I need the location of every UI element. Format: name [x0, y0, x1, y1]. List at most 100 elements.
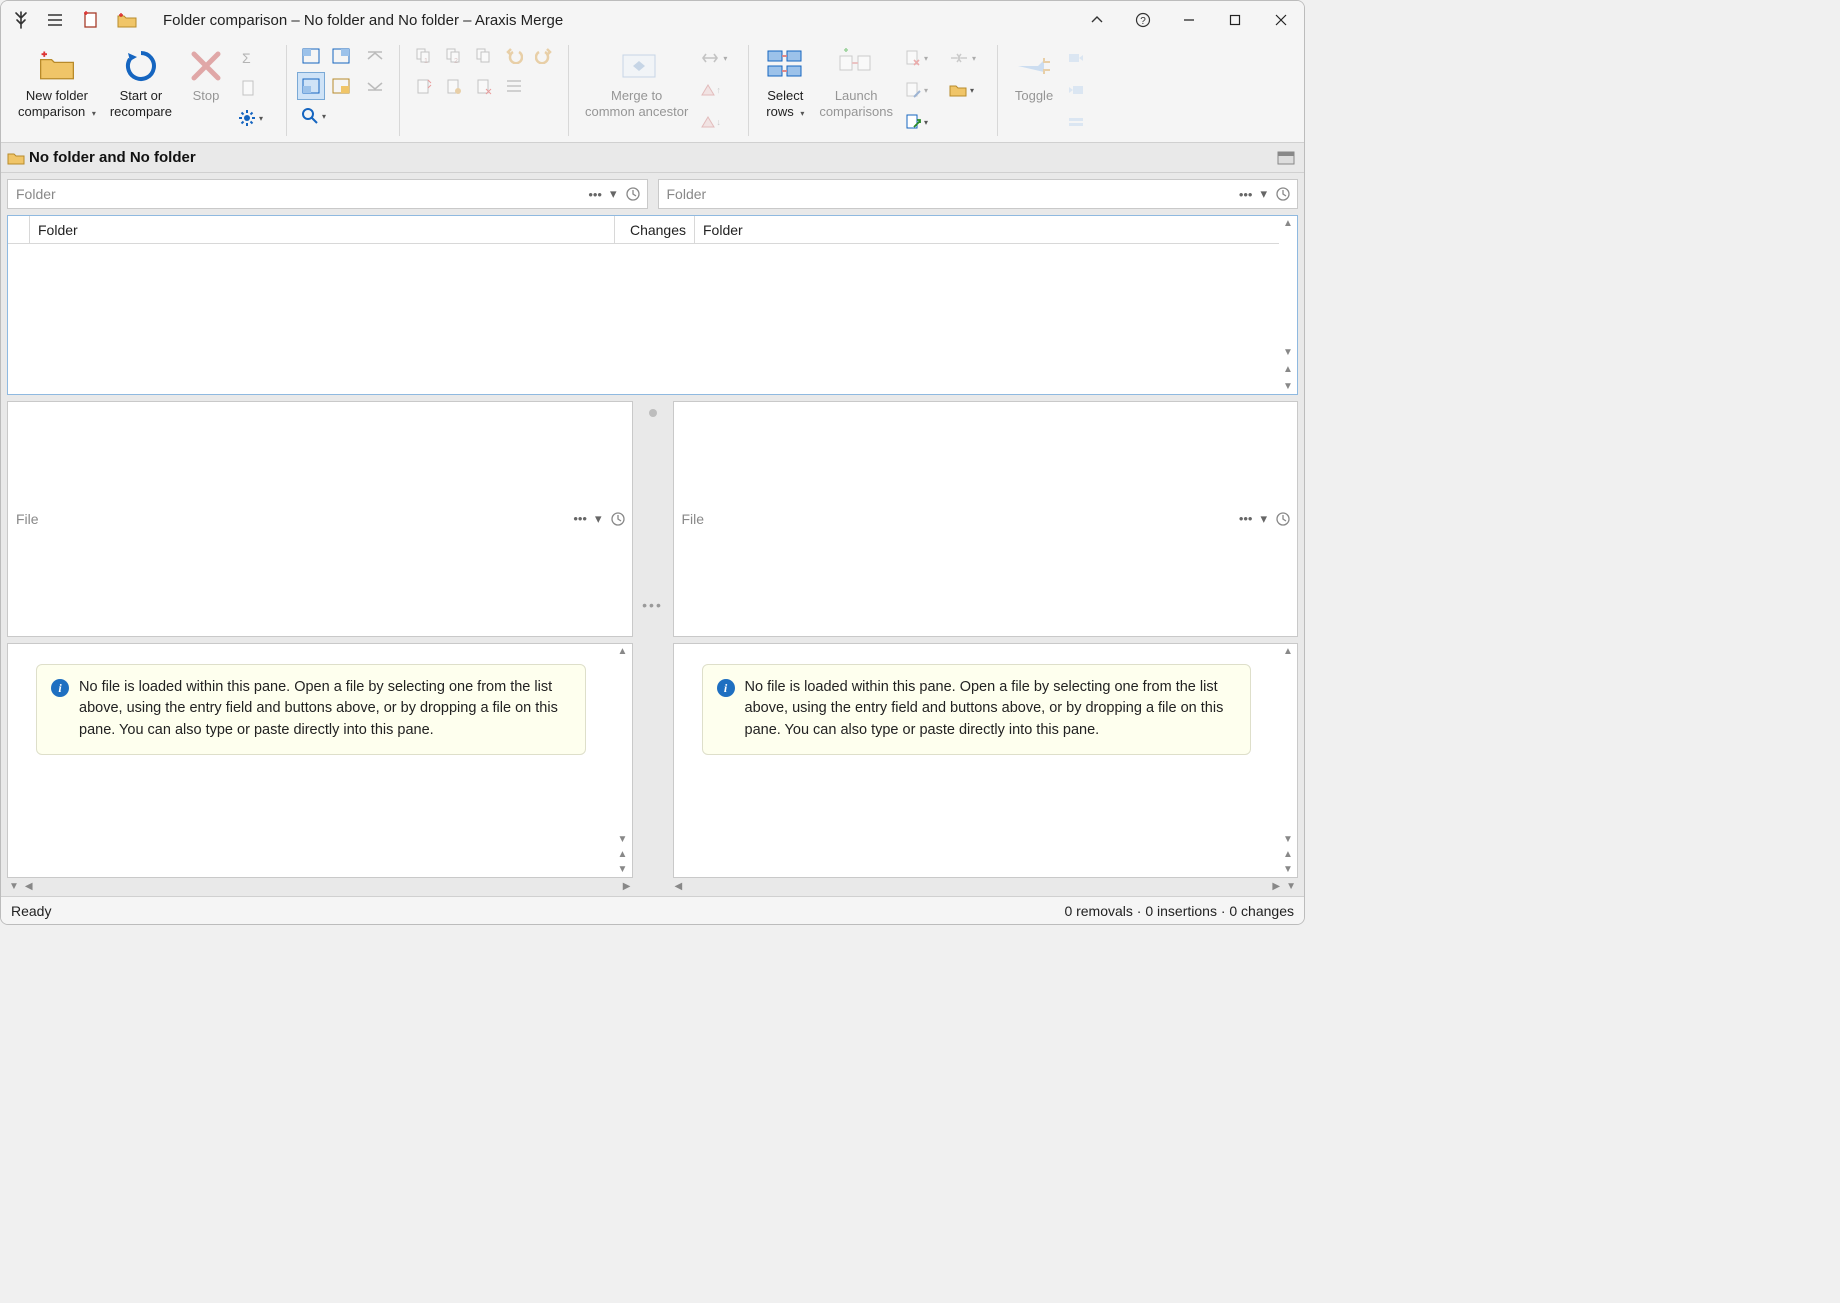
left-file-pane[interactable]: i No file is loaded within this pane. Op… [7, 643, 633, 879]
history-icon[interactable] [623, 184, 643, 204]
browse-icon[interactable]: ••• [571, 509, 589, 528]
collapse-up-icon [361, 42, 389, 70]
scroll-right-icon[interactable]: ▶ [623, 881, 631, 892]
doc-delete-icon: ▾ [901, 44, 943, 72]
merge-common-ancestor-label: Merge to common ancestor [585, 88, 688, 119]
layout-bottom-right-button[interactable] [327, 72, 355, 100]
grid-icon-column[interactable] [8, 216, 30, 243]
grid-header-row: Folder Changes Folder [8, 216, 1279, 244]
folder-comparison-grid[interactable]: Folder Changes Folder ▲ ▼ ▲ ▼ [7, 215, 1298, 395]
bookmark-list-icon [1062, 108, 1090, 136]
svg-text:?: ? [1140, 16, 1146, 27]
scroll-down-icon[interactable]: ▼ [1283, 834, 1293, 845]
minimize-button[interactable] [1166, 1, 1212, 39]
close-button[interactable] [1258, 1, 1304, 39]
select-rows-label: Select rows [766, 88, 803, 119]
bookmark-prev-icon [1062, 44, 1090, 72]
help-button[interactable]: ? [1120, 1, 1166, 39]
right-file-input[interactable] [682, 511, 1237, 527]
link-ellipsis-icon[interactable]: ••• [642, 597, 663, 613]
dropdown-icon[interactable]: ▾ [1258, 184, 1269, 204]
jump-bottom-icon[interactable]: ▼ [618, 864, 628, 875]
grid-col-folder-right[interactable]: Folder [695, 216, 1279, 243]
maximize-button[interactable] [1212, 1, 1258, 39]
jump-top-icon[interactable]: ▲ [1283, 364, 1293, 375]
ribbon-collapse-button[interactable] [1074, 1, 1120, 39]
new-folder-comparison-button[interactable]: New folder comparison ▾ [11, 41, 103, 139]
status-right: 0 removals · 0 insertions · 0 changes [1064, 903, 1294, 919]
sum-icon: Σ [234, 44, 262, 72]
left-file-path-field[interactable]: ••• ▾ [7, 401, 633, 637]
doc-launch-icon[interactable]: ▾ [901, 108, 943, 136]
left-file-column: ••• ▾ i No file is loaded within this pa… [7, 401, 633, 894]
jump-bottom-icon[interactable]: ▼ [1286, 881, 1296, 892]
jump-bottom-icon[interactable]: ▼ [9, 881, 19, 892]
svg-text:Σ: Σ [242, 50, 251, 66]
jump-bottom-icon[interactable]: ▼ [1283, 864, 1293, 875]
toggle-button: Toggle [1007, 41, 1061, 139]
file-comparison-area: ••• ▾ i No file is loaded within this pa… [7, 401, 1298, 894]
grid-col-folder-left[interactable]: Folder [30, 216, 615, 243]
history-icon[interactable] [1273, 184, 1293, 204]
content-area: ••• ▾ ••• ▾ Folder Changes [1, 173, 1304, 896]
select-rows-button[interactable]: Select rows ▾ [758, 41, 812, 139]
right-folder-path-field[interactable]: ••• ▾ [658, 179, 1299, 209]
settings-button[interactable]: ▾ [234, 104, 276, 132]
left-file-input[interactable] [16, 511, 571, 527]
left-folder-input[interactable] [16, 186, 586, 202]
svg-text:2: 2 [454, 58, 458, 65]
scroll-down-icon[interactable]: ▼ [1283, 347, 1293, 358]
jump-bottom-icon[interactable]: ▼ [1283, 381, 1293, 392]
scroll-down-icon[interactable]: ▼ [618, 834, 628, 845]
scroll-left-icon[interactable]: ◀ [675, 881, 683, 892]
hamburger-menu-button[interactable] [43, 8, 67, 32]
scroll-left-icon[interactable]: ◀ [25, 881, 33, 892]
window-title: Folder comparison – No folder and No fol… [163, 12, 563, 29]
browse-icon[interactable]: ••• [1237, 509, 1255, 528]
right-file-path-field[interactable]: ••• ▾ [673, 401, 1299, 637]
browse-icon[interactable]: ••• [586, 185, 604, 204]
scroll-up-icon[interactable]: ▲ [1283, 646, 1293, 657]
browse-icon[interactable]: ••• [1237, 185, 1255, 204]
window-controls: ? [1074, 1, 1304, 39]
history-icon[interactable] [1273, 509, 1293, 529]
pane-mode-button[interactable] [1272, 145, 1300, 171]
grid-col-changes[interactable]: Changes [615, 216, 695, 243]
scroll-up-icon[interactable]: ▲ [1283, 218, 1293, 229]
left-pane-hscroll: ▼ ◀ ▶ [7, 878, 633, 894]
warning-down-icon: ↓ [696, 108, 738, 136]
align-icon: ▾ [945, 44, 987, 72]
dropdown-icon[interactable]: ▾ [593, 509, 604, 529]
start-recompare-button[interactable]: Start or recompare [103, 41, 179, 139]
new-folder-comparison-icon[interactable] [115, 8, 139, 32]
grid-body-empty [8, 244, 1279, 394]
new-file-comparison-icon[interactable] [79, 8, 103, 32]
open-folder-icon[interactable]: ▾ [945, 76, 987, 104]
layout-top-left-button[interactable] [297, 42, 325, 70]
svg-text:1: 1 [424, 58, 428, 65]
warning-up-icon: ↑ [696, 76, 738, 104]
right-folder-input[interactable] [667, 186, 1237, 202]
scroll-up-icon[interactable]: ▲ [618, 646, 628, 657]
scroll-right-icon[interactable]: ▶ [1272, 881, 1280, 892]
grid-scroll-gutter: ▲ ▼ ▲ ▼ [1279, 216, 1297, 394]
merge-common-ancestor-button: Merge to common ancestor [578, 41, 695, 139]
new-folder-comparison-label: New folder comparison [18, 88, 88, 119]
left-folder-path-field[interactable]: ••• ▾ [7, 179, 648, 209]
copy-3-icon [470, 42, 498, 70]
folder-icon [7, 151, 25, 165]
layout-top-right-button[interactable] [327, 42, 355, 70]
search-button[interactable]: ▾ [297, 102, 339, 130]
right-file-pane[interactable]: i No file is loaded within this pane. Op… [673, 643, 1299, 879]
info-message-box: i No file is loaded within this pane. Op… [36, 664, 586, 755]
doc-up-icon [410, 72, 438, 100]
jump-top-icon[interactable]: ▲ [1283, 849, 1293, 860]
history-icon[interactable] [608, 509, 628, 529]
jump-top-icon[interactable]: ▲ [618, 849, 628, 860]
dropdown-icon[interactable]: ▾ [608, 184, 619, 204]
dropdown-icon[interactable]: ▾ [1258, 509, 1269, 529]
info-icon: i [717, 679, 735, 697]
layout-bottom-left-button[interactable] [297, 72, 325, 100]
ribbon: New folder comparison ▾ Start or recompa… [1, 39, 1304, 143]
list-icon [500, 72, 528, 100]
